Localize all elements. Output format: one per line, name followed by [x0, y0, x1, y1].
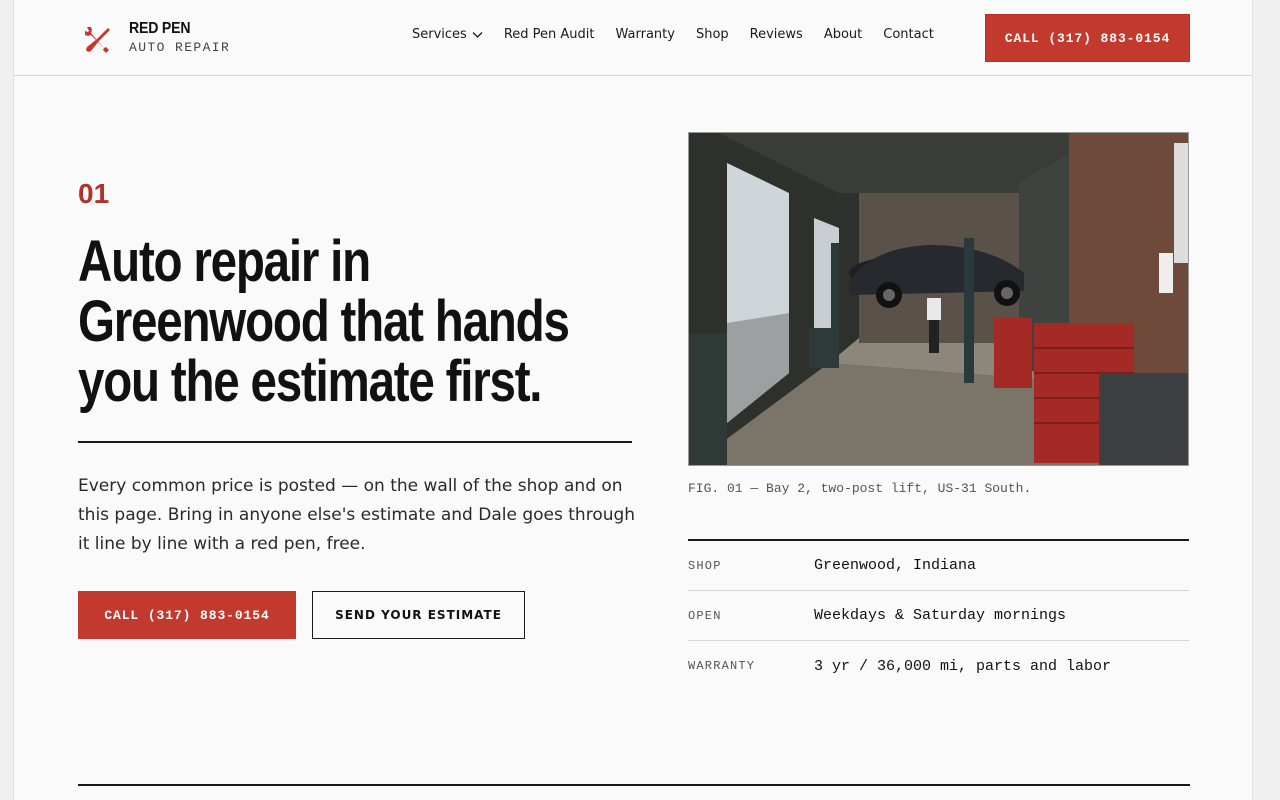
nav-services[interactable]: Services [412, 27, 483, 42]
fact-label: OPEN [688, 608, 722, 623]
nav-reviews[interactable]: Reviews [750, 27, 803, 42]
page: RED PEN AUTO REPAIR Services Red Pen Aud… [13, 0, 1253, 800]
header-call-button[interactable]: CALL (317) 883-0154 [985, 14, 1190, 62]
page-title: Auto repair in Greenwood that hands you … [78, 229, 570, 414]
nav-red-pen-audit[interactable]: Red Pen Audit [504, 27, 595, 42]
divider [78, 441, 632, 443]
main-nav: Services Red Pen Audit Warranty Shop Rev… [412, 27, 955, 42]
hero-description: Every common price is posted — on the wa… [78, 476, 636, 554]
headline-line-1: Auto repair in [78, 229, 371, 294]
call-button[interactable]: CALL (317) 883-0154 [78, 591, 296, 639]
fact-label: WARRANTY [688, 659, 756, 673]
section-number: 01 [78, 178, 110, 209]
nav-shop[interactable]: Shop [696, 27, 729, 42]
brand-subtitle: AUTO REPAIR [129, 40, 231, 55]
fact-value: Weekdays & Saturday mornings [814, 607, 1067, 624]
nav-services-label: Services [412, 27, 467, 42]
fact-row-shop: SHOP Greenwood, Indiana [688, 541, 1189, 591]
brand-name: RED PEN [129, 20, 191, 37]
garage-photo [688, 132, 1189, 466]
fact-value: Greenwood, Indiana [814, 557, 977, 574]
nav-about[interactable]: About [824, 27, 862, 42]
logo[interactable]: RED PEN AUTO REPAIR [82, 20, 230, 58]
fact-row-warranty: WARRANTY 3 yr / 36,000 mi, parts and lab… [688, 641, 1189, 691]
facts-table: SHOP Greenwood, Indiana OPEN Weekdays & … [688, 539, 1189, 691]
wrench-screwdriver-icon [82, 24, 112, 54]
nav-contact[interactable]: Contact [883, 27, 934, 42]
nav-warranty[interactable]: Warranty [616, 27, 675, 42]
figure-caption: FIG. 01 — Bay 2, two-post lift, US-31 So… [688, 481, 1032, 496]
fact-row-open: OPEN Weekdays & Saturday mornings [688, 591, 1189, 641]
site-header: RED PEN AUTO REPAIR Services Red Pen Aud… [14, 0, 1252, 76]
section-divider [78, 784, 1190, 786]
headline-line-3: you the estimate first. [78, 349, 543, 414]
fact-value: 3 yr / 36,000 mi, parts and labor [814, 657, 1112, 675]
headline-line-2: Greenwood that hands [78, 289, 570, 354]
chevron-down-icon [472, 31, 483, 38]
fact-label: SHOP [688, 558, 722, 573]
send-estimate-button[interactable]: SEND YOUR ESTIMATE [312, 591, 525, 639]
